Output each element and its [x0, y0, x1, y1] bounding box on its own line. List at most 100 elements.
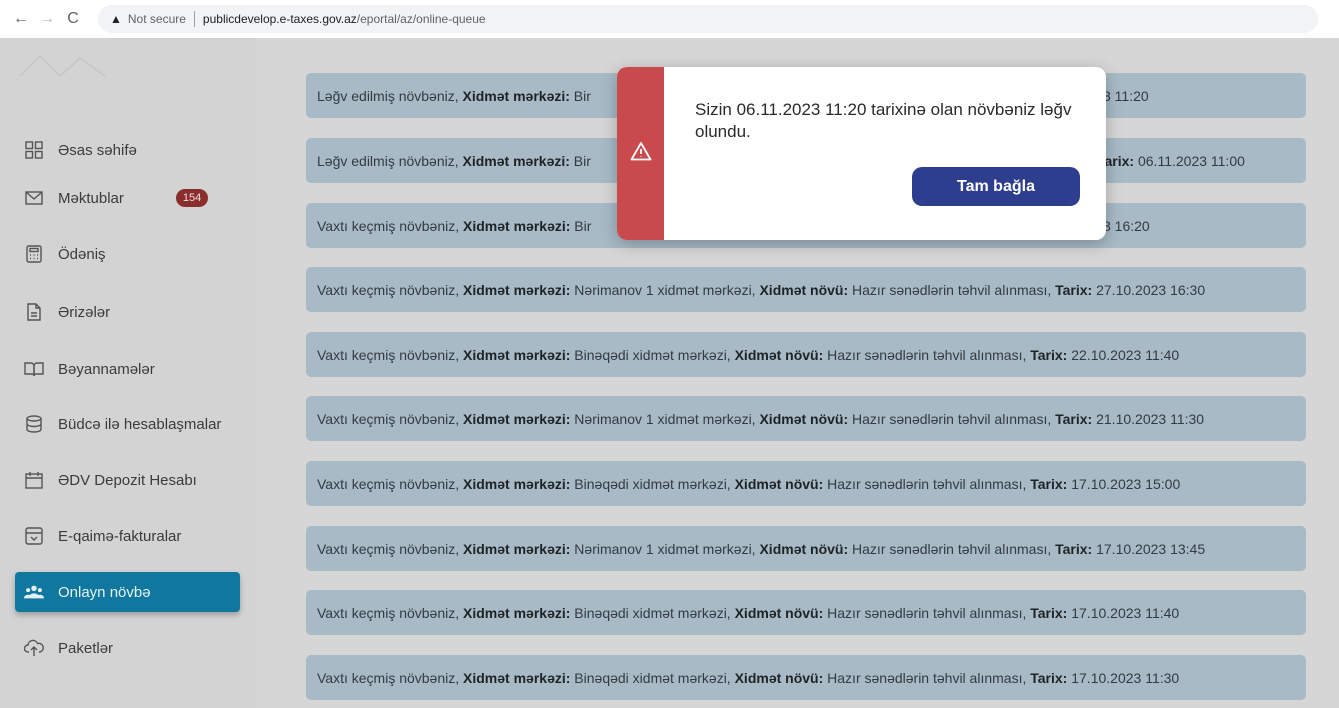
field-value: Vaxtı keçmiş növbəniz, [317, 410, 460, 427]
field-value: Vaxtı keçmiş növbəniz, [317, 475, 460, 492]
field-value: Nərimanov 1 xidmət mərkəzi, [574, 540, 756, 557]
field-value: 17.10.2023 13:45 [1096, 540, 1206, 557]
field-value: 21.10.2023 11:30 [1096, 410, 1205, 427]
queue-row-expired[interactable]: Vaxtı keçmiş növbəniz, Xidmət mərkəzi: B… [306, 590, 1306, 635]
sidebar-item-label: Onlayn növbə [58, 583, 151, 601]
field-value: Ləğv edilmiş növbəniz, [317, 87, 459, 104]
field-label: Tarix: [1055, 410, 1093, 427]
dialog-warning-strip [617, 67, 664, 240]
address-bar[interactable]: ▲ Not secure publicdevelop.e-taxes.gov.a… [98, 5, 1318, 33]
calendar-icon [24, 470, 44, 490]
field-label: Xidmət mərkəzi: [463, 475, 571, 492]
warning-icon [630, 141, 652, 166]
field-label: Xidmət mərkəzi: [463, 410, 571, 427]
users-icon [24, 582, 44, 602]
field-value: Hazır sənədlərin təhvil alınması, [852, 281, 1052, 298]
queue-row-expired[interactable]: Vaxtı keçmiş növbəniz, Xidmət mərkəzi: B… [306, 461, 1306, 506]
sidebar-item-label: Əsas səhifə [58, 141, 137, 159]
field-value: Binəqədi xidmət mərkəzi, [574, 669, 731, 686]
field-label: Xidmət növü: [759, 281, 849, 298]
sidebar-item-label: Ərizələr [58, 303, 111, 321]
grid-icon [24, 140, 44, 160]
cancellation-dialog: Sizin 06.11.2023 11:20 tarixinə olan növ… [617, 67, 1106, 240]
field-value: Bir [574, 217, 592, 234]
field-value: Vaxtı keçmiş növbəniz, [317, 281, 460, 298]
field-value: 06.11.2023 11:00 [1137, 152, 1245, 169]
url-path: /eportal/az/online-queue [356, 12, 486, 26]
cloud-upload-icon [24, 638, 44, 658]
queue-row-expired[interactable]: Vaxtı keçmiş növbəniz, Xidmət mərkəzi: B… [306, 655, 1306, 700]
reload-icon[interactable]: C [62, 8, 84, 30]
field-label: Xidmət növü: [734, 475, 824, 492]
sidebar-item-budget[interactable]: Büdcə ilə hesablaşmalar [15, 404, 240, 444]
field-value: 22.10.2023 11:40 [1071, 346, 1180, 363]
book-icon [24, 359, 44, 379]
url-divider [193, 11, 195, 27]
sidebar-item-label: Ödəniş [58, 245, 106, 263]
queue-row-expired[interactable]: Vaxtı keçmiş növbəniz, Xidmət mərkəzi: N… [306, 267, 1306, 312]
field-label: Tarix: [1030, 604, 1068, 621]
url-host: publicdevelop.e-taxes.gov.az [202, 12, 357, 26]
field-value: Hazır sənədlərin təhvil alınması, [827, 475, 1027, 492]
sidebar-item-e-invoices[interactable]: E-qaimə-fakturalar [15, 516, 240, 556]
field-value: Tarix: 06.11.2023 11:00 [1097, 153, 1245, 169]
sidebar-item-letters[interactable]: Məktublar 154 [15, 178, 240, 218]
queue-row-expired[interactable]: Vaxtı keçmiş növbəniz, Xidmət mərkəzi: N… [306, 396, 1306, 441]
field-label: Xidmət mərkəzi: [463, 604, 571, 621]
field-label: Xidmət mərkəzi: [463, 281, 571, 298]
sidebar-item-label: Paketlər [58, 639, 114, 657]
field-value: Nərimanov 1 xidmət mərkəzi, [574, 281, 756, 298]
close-dialog-button[interactable]: Tam bağla [912, 167, 1080, 206]
sidebar-item-online-queue[interactable]: Onlayn növbə [15, 572, 240, 612]
field-value: Vaxtı keçmiş növbəniz, [317, 540, 460, 557]
sidebar-item-label: E-qaimə-fakturalar [58, 527, 182, 545]
field-value: 17.10.2023 15:00 [1071, 475, 1181, 492]
field-value: Nərimanov 1 xidmət mərkəzi, [574, 410, 756, 427]
field-label: Tarix: [1055, 540, 1093, 557]
field-value: Bir [573, 87, 591, 104]
field-value: Vaxtı keçmiş növbəniz, [317, 346, 460, 363]
field-label: Xidmət növü: [759, 410, 849, 427]
field-value: Vaxtı keçmiş növbəniz, [317, 217, 460, 234]
field-value: Hazır sənədlərin təhvil alınması, [827, 669, 1027, 686]
field-label: Xidmət mərkəzi: [463, 346, 571, 363]
field-value: Binəqədi xidmət mərkəzi, [574, 346, 731, 363]
sidebar-item-payment[interactable]: Ödəniş [15, 234, 240, 274]
envelope-icon [24, 188, 44, 208]
field-value: Binəqədi xidmət mərkəzi, [574, 604, 731, 621]
queue-row-expired[interactable]: Vaxtı keçmiş növbəniz, Xidmət mərkəzi: B… [306, 332, 1306, 377]
sidebar-item-vat-deposit[interactable]: ƏDV Depozit Hesabı [15, 460, 240, 500]
field-value: Hazır sənədlərin təhvil alınması, [827, 346, 1027, 363]
sidebar-item-applications[interactable]: Ərizələr [15, 292, 240, 332]
field-value: 27.10.2023 16:30 [1096, 281, 1206, 298]
field-label: Xidmət mərkəzi: [463, 540, 571, 557]
field-value: Hazır sənədlərin təhvil alınması, [852, 540, 1052, 557]
box-icon [24, 526, 44, 546]
browser-toolbar: ← → C ▲ Not secure publicdevelop.e-taxes… [0, 0, 1339, 38]
field-value: 3 16:20 [1103, 217, 1150, 234]
field-value: Vaxtı keçmiş növbəniz, [317, 669, 460, 686]
database-icon [24, 414, 44, 434]
back-icon[interactable]: ← [10, 8, 32, 30]
document-icon [24, 302, 44, 322]
calculator-icon [24, 244, 44, 264]
field-label: Xidmət mərkəzi: [462, 152, 570, 169]
field-value: 3 11:20 [1103, 87, 1149, 104]
sidebar-item-packages[interactable]: Paketlər [15, 628, 240, 668]
field-value: Binəqədi xidmət mərkəzi, [574, 475, 731, 492]
field-value: Bir [573, 152, 591, 169]
forward-icon[interactable]: → [36, 8, 58, 30]
queue-row-expired[interactable]: Vaxtı keçmiş növbəniz, Xidmət mərkəzi: N… [306, 526, 1306, 571]
field-label: Tarix: [1030, 346, 1068, 363]
field-value: Ləğv edilmiş növbəniz, [317, 152, 459, 169]
field-value: 17.10.2023 11:40 [1071, 604, 1180, 621]
sidebar-item-declarations[interactable]: Bəyannamələr [15, 349, 240, 389]
field-value: Hazır sənədlərin təhvil alınması, [852, 410, 1052, 427]
warning-icon[interactable]: ▲ [110, 12, 122, 26]
sidebar-item-label: Büdcə ilə hesablaşmalar [58, 415, 222, 433]
field-value: Vaxtı keçmiş növbəniz, [317, 604, 460, 621]
security-label: Not secure [127, 12, 186, 26]
dialog-message: Sizin 06.11.2023 11:20 tarixinə olan növ… [695, 100, 1072, 141]
field-label: Xidmət mərkəzi: [463, 669, 571, 686]
sidebar-item-home[interactable]: Əsas səhifə [15, 130, 240, 170]
